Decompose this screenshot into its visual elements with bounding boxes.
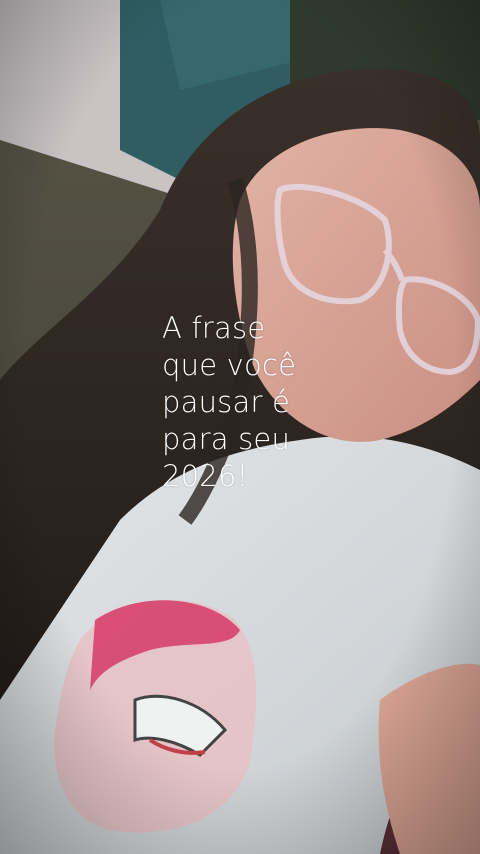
caption-line: 2026! bbox=[162, 459, 249, 493]
caption-line: que você bbox=[162, 348, 297, 382]
caption-line: A frase bbox=[162, 311, 266, 345]
overlay-caption: A frase que você pausar é para seu 2026! bbox=[162, 310, 342, 495]
story-frame: A frase que você pausar é para seu 2026! bbox=[0, 0, 480, 854]
caption-line: para seu bbox=[162, 422, 291, 456]
caption-line: pausar é bbox=[162, 385, 291, 419]
